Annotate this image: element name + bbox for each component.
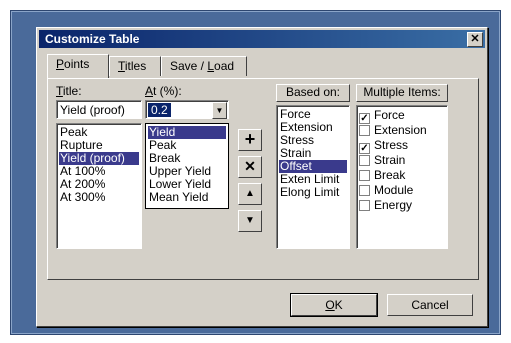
tab-titles-label: itles (124, 59, 147, 73)
multiple-items-header-label: Multiple Items: (363, 85, 441, 99)
checkbox-label: Module (374, 183, 414, 197)
close-icon: ✕ (470, 33, 480, 45)
multiple-items-row[interactable]: Strain (359, 153, 445, 168)
tab-points[interactable]: Points (47, 54, 109, 78)
multiple-items-header: Multiple Items: (356, 84, 448, 102)
ok-hotkey: O (325, 298, 335, 312)
checkbox-label: Force (374, 108, 405, 122)
checkbox-label: Stress (374, 138, 409, 152)
multiple-items-row[interactable]: Module (359, 183, 445, 198)
title-label-hotkey: T (56, 84, 63, 98)
title-label: Title: (56, 84, 82, 98)
title-bar: Customize Table ✕ (39, 30, 485, 48)
checkbox-label: Extension (374, 123, 427, 137)
points-panel: Title: Yield (proof) Peak Rupture Yield (p… (47, 78, 479, 280)
dropdown-button[interactable]: ▼ (212, 102, 227, 119)
based-on-item[interactable]: Elong Limit (279, 186, 347, 199)
at-label-text: t (%): (153, 84, 182, 98)
add-button[interactable]: + (238, 129, 262, 151)
chevron-down-icon: ▼ (215, 106, 224, 115)
title-input[interactable]: Yield (proof) (56, 100, 142, 119)
close-button[interactable]: ✕ (467, 32, 483, 47)
checkbox[interactable] (359, 200, 370, 211)
checkbox[interactable] (359, 185, 370, 196)
at-percent-combo[interactable]: 0.2 ▼ (145, 100, 229, 119)
move-up-button[interactable]: ▲ (238, 183, 262, 205)
arrow-up-icon: ▲ (245, 188, 255, 199)
tab-save-load-label: Save / (170, 59, 208, 73)
title-list-item[interactable]: At 300% (59, 191, 139, 204)
tab-points-hotkey: P (56, 57, 65, 71)
checkbox[interactable] (359, 125, 370, 136)
checkbox-label: Energy (374, 198, 413, 212)
customize-table-dialog: Customize Table ✕ Points Titles Save / L… (36, 27, 488, 327)
based-on-header: Based on: (276, 84, 350, 102)
at-percent-value: 0.2 (148, 103, 171, 117)
based-on-header-label: Based on: (285, 85, 341, 99)
checkbox[interactable] (359, 155, 370, 166)
plus-icon: + (244, 129, 256, 149)
at-dropdown-list[interactable]: Yield Peak Break Upper Yield Lower Yield Mean… (145, 123, 229, 209)
multiple-items-row[interactable]: Energy (359, 198, 445, 213)
checkbox-label: Break (374, 168, 406, 182)
arrow-down-icon: ▼ (245, 215, 255, 226)
multiple-items-row[interactable]: Extension (359, 123, 445, 138)
tab-titles-hotkey: T (118, 59, 125, 73)
tab-save-load-rest: oad (214, 59, 235, 73)
move-down-button[interactable]: ▼ (238, 210, 262, 232)
dialog-title: Customize Table (45, 32, 140, 46)
tab-points-label: oints (64, 57, 90, 71)
close-icon: ✕ (244, 158, 256, 174)
at-percent-label: At (%): (145, 84, 182, 98)
title-list[interactable]: Peak Rupture Yield (proof) At 100% At 200% At… (56, 123, 142, 249)
tab-titles[interactable]: Titles (109, 56, 161, 76)
multiple-items-row[interactable]: Break (359, 168, 445, 183)
multiple-items-list[interactable]: ✓ Force Extension ✓ Stress Strain Break Module E… (356, 105, 448, 249)
ok-button[interactable]: OK (290, 293, 378, 317)
at-label-hotkey: A (145, 84, 154, 98)
cancel-label: Cancel (411, 298, 449, 312)
based-on-list[interactable]: Force Extension Stress Strain Offset Exten Li… (276, 105, 350, 249)
checkbox-label: Strain (374, 153, 406, 167)
remove-button[interactable]: ✕ (238, 156, 262, 178)
multiple-items-row[interactable]: ✓ Force (359, 108, 445, 124)
title-label-text: itle: (62, 84, 82, 98)
ok-label: K (334, 298, 343, 312)
title-input-value: Yield (proof) (60, 103, 125, 117)
multiple-items-row[interactable]: ✓ Stress (359, 138, 445, 154)
checkbox[interactable] (359, 170, 370, 181)
cancel-button[interactable]: Cancel (387, 294, 473, 316)
tab-save-load[interactable]: Save / Load (161, 56, 247, 76)
at-dropdown-item[interactable]: Mean Yield (148, 191, 226, 204)
